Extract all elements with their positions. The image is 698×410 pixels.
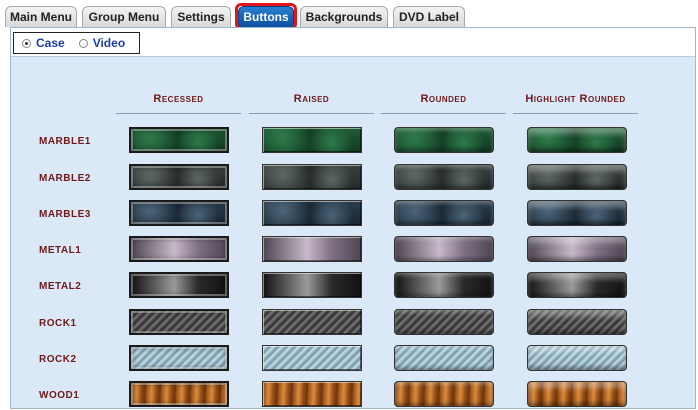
- swatch-rock2-recessed[interactable]: [129, 345, 229, 371]
- case-option[interactable]: Case: [22, 36, 65, 50]
- row-label-metal2: METAL2: [39, 281, 82, 292]
- row-label-wood1: WOOD1: [39, 390, 80, 401]
- column-divider: [116, 113, 241, 114]
- swatch-wood1-highlight-rounded[interactable]: [527, 381, 627, 407]
- case-label: Case: [36, 36, 65, 50]
- swatch-marble2-raised[interactable]: [262, 164, 362, 190]
- row-label-marble3: MARBLE3: [39, 209, 91, 220]
- swatch-metal1-raised[interactable]: [262, 236, 362, 262]
- tab-main-menu[interactable]: Main Menu: [5, 6, 77, 27]
- swatch-marble1-highlight-rounded[interactable]: [527, 127, 627, 153]
- buttons-panel: Case Video Recessed Raised Rounded Highl…: [10, 27, 696, 409]
- tab-bar: Main Menu Group Menu Settings Buttons Ba…: [0, 0, 698, 30]
- swatch-marble1-raised[interactable]: [262, 127, 362, 153]
- swatch-marble2-recessed[interactable]: [129, 164, 229, 190]
- swatch-marble2-highlight-rounded[interactable]: [527, 164, 627, 190]
- panel-bottom-border: [10, 408, 696, 409]
- column-header-highlight-rounded: Highlight Rounded: [525, 93, 626, 105]
- swatch-rock2-rounded[interactable]: [394, 345, 494, 371]
- column-header-rounded: Rounded: [420, 93, 467, 105]
- column-divider: [381, 113, 506, 114]
- tab-settings[interactable]: Settings: [171, 6, 231, 27]
- video-option[interactable]: Video: [78, 36, 126, 50]
- video-radio[interactable]: [78, 38, 88, 48]
- case-radio[interactable]: [22, 38, 31, 48]
- swatch-marble3-rounded[interactable]: [394, 200, 494, 226]
- tab-dvd-label[interactable]: DVD Label: [393, 6, 465, 27]
- swatch-metal2-highlight-rounded[interactable]: [527, 272, 627, 298]
- row-label-metal1: METAL1: [39, 245, 82, 256]
- swatch-marble3-raised[interactable]: [262, 200, 362, 226]
- swatch-metal1-highlight-rounded[interactable]: [527, 236, 627, 262]
- column-divider: [249, 113, 374, 114]
- swatch-marble1-rounded[interactable]: [394, 127, 494, 153]
- button-style-grid: Recessed Raised Rounded Highlight Rounde…: [11, 56, 695, 408]
- swatch-metal1-recessed[interactable]: [129, 236, 229, 262]
- tab-backgrounds[interactable]: Backgrounds: [300, 6, 388, 27]
- row-label-rock2: ROCK2: [39, 354, 77, 365]
- swatch-wood1-recessed[interactable]: [129, 381, 229, 407]
- swatch-rock1-recessed[interactable]: [129, 309, 229, 335]
- swatch-metal1-rounded[interactable]: [394, 236, 494, 262]
- row-label-marble2: MARBLE2: [39, 173, 91, 184]
- swatch-wood1-raised[interactable]: [262, 381, 362, 407]
- swatch-metal2-recessed[interactable]: [129, 272, 229, 298]
- swatch-rock2-raised[interactable]: [262, 345, 362, 371]
- case-video-toggle: Case Video: [13, 32, 140, 54]
- swatch-marble2-rounded[interactable]: [394, 164, 494, 190]
- column-header-raised: Raised: [293, 93, 330, 105]
- swatch-rock1-raised[interactable]: [262, 309, 362, 335]
- video-label: Video: [92, 36, 126, 50]
- swatch-marble3-recessed[interactable]: [129, 200, 229, 226]
- swatch-wood1-rounded[interactable]: [394, 381, 494, 407]
- swatch-marble1-recessed[interactable]: [129, 127, 229, 153]
- swatch-marble3-highlight-rounded[interactable]: [527, 200, 627, 226]
- active-tab-highlight: [235, 3, 297, 30]
- swatch-rock1-highlight-rounded[interactable]: [527, 309, 627, 335]
- column-divider: [513, 113, 638, 114]
- swatch-metal2-raised[interactable]: [262, 272, 362, 298]
- swatch-rock2-highlight-rounded[interactable]: [527, 345, 627, 371]
- row-label-rock1: ROCK1: [39, 318, 77, 329]
- swatch-rock1-rounded[interactable]: [394, 309, 494, 335]
- swatch-metal2-rounded[interactable]: [394, 272, 494, 298]
- column-header-recessed: Recessed: [153, 93, 204, 105]
- tab-group-menu[interactable]: Group Menu: [82, 6, 166, 27]
- row-label-marble1: MARBLE1: [39, 136, 91, 147]
